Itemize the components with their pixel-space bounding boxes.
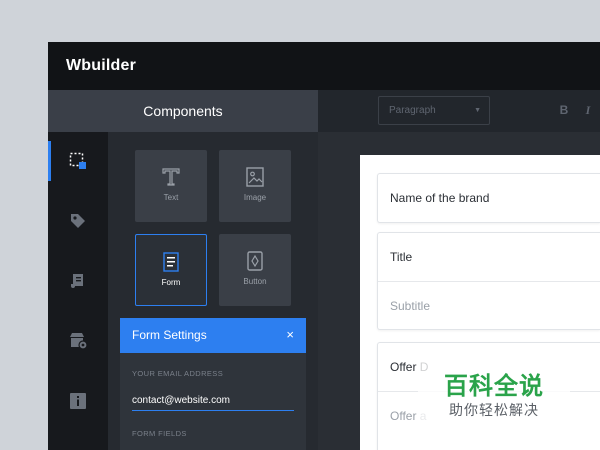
watermark-sub-text: 助你轻松解决 bbox=[449, 402, 539, 418]
close-icon[interactable]: × bbox=[286, 327, 294, 342]
store-settings-icon bbox=[70, 333, 88, 350]
info-icon bbox=[70, 393, 86, 409]
components-header-label: Components bbox=[143, 103, 223, 119]
title-block[interactable]: Title Subtitle bbox=[377, 232, 600, 330]
form-settings-header: Form Settings × bbox=[120, 318, 306, 353]
brand-name-text: Name of the brand bbox=[390, 191, 490, 205]
components-header: Components bbox=[48, 90, 318, 132]
image-icon bbox=[246, 167, 264, 187]
title-bar: Wbuilder bbox=[48, 42, 600, 90]
text-T-icon bbox=[162, 168, 180, 186]
rail-item-tags[interactable] bbox=[48, 201, 108, 241]
component-tile-form[interactable]: Form bbox=[135, 234, 207, 306]
form-settings-title: Form Settings bbox=[132, 328, 207, 342]
form-settings-popover: Form Settings × YOUR EMAIL ADDRESS FORM … bbox=[120, 318, 306, 450]
paragraph-select-value: Paragraph bbox=[389, 105, 436, 116]
brand-block[interactable]: Name of the brand bbox=[377, 173, 600, 223]
form-fields-label: FORM FIELDS bbox=[132, 429, 187, 438]
email-label: YOUR EMAIL ADDRESS bbox=[132, 369, 224, 378]
subtitle-text: Subtitle bbox=[378, 281, 600, 329]
italic-button[interactable]: I bbox=[580, 102, 596, 118]
rail-item-info[interactable] bbox=[48, 381, 108, 421]
component-tile-text[interactable]: Text bbox=[135, 150, 207, 222]
selection-icon bbox=[69, 152, 86, 169]
tile-label: Image bbox=[243, 193, 267, 202]
tag-icon bbox=[71, 214, 85, 228]
bold-button[interactable]: B bbox=[556, 102, 572, 118]
scroll-icon bbox=[71, 274, 83, 288]
tile-label: Form bbox=[161, 278, 181, 287]
icon-rail bbox=[48, 132, 108, 450]
tile-label: Button bbox=[243, 277, 267, 286]
tile-label: Text bbox=[163, 193, 179, 202]
watermark-main-text: 百科全说 bbox=[444, 373, 544, 400]
title-text: Title bbox=[390, 250, 413, 264]
form-doc-icon bbox=[163, 252, 179, 272]
watermark-badge: 百科全说 助你轻松解决 bbox=[418, 360, 570, 428]
chevron-down-icon: ▼ bbox=[474, 107, 481, 114]
format-toolbar: Paragraph ▼ B I U T bbox=[318, 90, 600, 132]
email-field[interactable] bbox=[132, 390, 294, 411]
button-icon bbox=[247, 251, 263, 271]
component-tile-button[interactable]: Button bbox=[219, 234, 291, 306]
rail-item-selection[interactable] bbox=[48, 141, 108, 181]
component-tile-image[interactable]: Image bbox=[219, 150, 291, 222]
paragraph-select[interactable]: Paragraph ▼ bbox=[378, 96, 490, 125]
app-title: Wbuilder bbox=[66, 57, 137, 74]
rail-item-store[interactable] bbox=[48, 321, 108, 361]
rail-item-scroll[interactable] bbox=[48, 261, 108, 301]
